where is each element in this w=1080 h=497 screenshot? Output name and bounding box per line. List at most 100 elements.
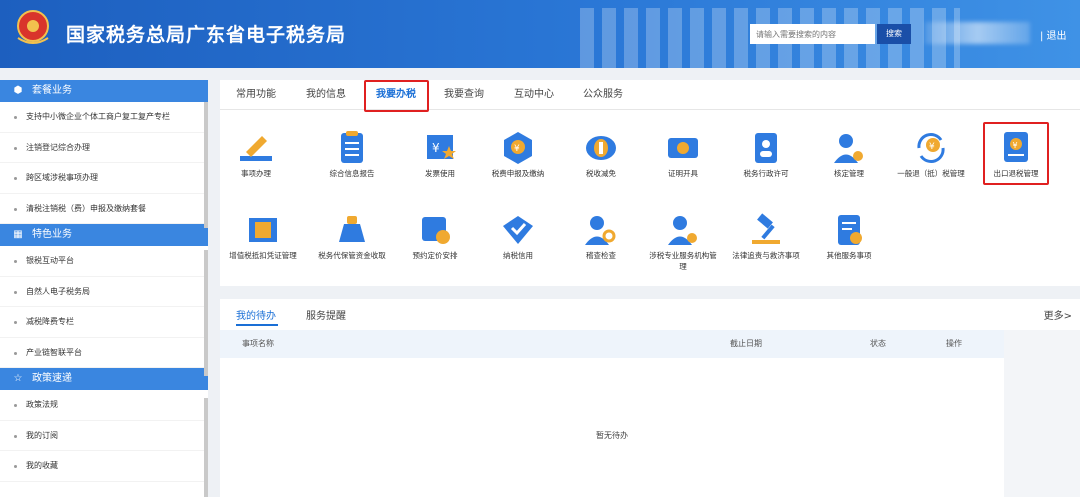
- tab-interaction[interactable]: 互动中心: [514, 80, 554, 110]
- sidebar-section-special[interactable]: ▦ 特色业务: [0, 224, 208, 246]
- service-label: 一般退（抵）税管理: [897, 169, 965, 178]
- cube-icon: ⬢: [13, 85, 23, 96]
- other-service-icon: [838, 215, 862, 245]
- service-label: 涉税专业服务机构管理: [649, 251, 717, 271]
- service-item-assessment[interactable]: 核定管理: [814, 130, 884, 179]
- permit-icon: [755, 133, 777, 163]
- service-label: 发票使用: [425, 169, 455, 178]
- section-title: 政策速递: [32, 373, 72, 384]
- column-header-deadline: 截止日期: [730, 339, 762, 348]
- service-label: 税务代保管资金收取: [318, 251, 386, 260]
- sidebar-item[interactable]: 产业链智联平台: [0, 338, 208, 368]
- service-item-custody-funds[interactable]: 税务代保管资金收取: [317, 212, 387, 261]
- sidebar-section-policy[interactable]: ☆ 政策速递: [0, 368, 208, 390]
- column-header-action: 操作: [946, 339, 962, 348]
- service-label: 其他服务事项: [826, 251, 872, 260]
- svg-text:¥: ¥: [432, 141, 440, 155]
- pencil-icon: [240, 136, 272, 161]
- service-item-declare[interactable]: ¥ 税费申报及缴纳: [483, 130, 553, 179]
- sidebar-scrollbar[interactable]: [204, 250, 208, 376]
- sidebar-item[interactable]: 我的订阅: [0, 421, 208, 451]
- service-item-legal[interactable]: 法律追责与救济事项: [731, 212, 801, 261]
- more-link[interactable]: 更多>: [1044, 307, 1072, 322]
- table-scroll-area: [1004, 330, 1080, 497]
- svg-text:¥: ¥: [929, 142, 935, 152]
- export-refund-highlight: [983, 122, 1049, 185]
- tab-query[interactable]: 我要查询: [444, 80, 484, 110]
- service-item-permit[interactable]: 税务行政许可: [731, 130, 801, 179]
- service-label: 税费申报及缴纳: [491, 169, 545, 178]
- agency-icon: [668, 216, 697, 245]
- sidebar-scrollbar[interactable]: [204, 398, 208, 497]
- header-bar: 国家税务总局广东省电子税务局 搜索 | 退出: [0, 0, 1080, 68]
- service-label: 稽查检查: [586, 251, 616, 260]
- service-item-info-report[interactable]: 综合信息报告: [317, 130, 387, 179]
- service-label: 事项办理: [241, 169, 271, 178]
- site-title: 国家税务总局广东省电子税务局: [66, 24, 347, 46]
- svg-text:¥: ¥: [514, 144, 520, 154]
- service-label: 增值税抵扣凭证管理: [229, 251, 297, 260]
- section-title: 套餐业务: [32, 85, 72, 96]
- sidebar-item[interactable]: 清税注销税（费）申报及缴纳套餐: [0, 194, 208, 224]
- sidebar-item[interactable]: 政策法规: [0, 390, 208, 421]
- active-tab-highlight: [364, 80, 429, 112]
- tab-bar: 常用功能 我的信息 我要办税 我要查询 互动中心 公众服务: [220, 80, 1080, 110]
- service-item-invoice[interactable]: ¥ 发票使用: [405, 130, 475, 179]
- sidebar-item[interactable]: 我的收藏: [0, 451, 208, 482]
- coins-icon: [586, 136, 616, 160]
- column-header-status: 状态: [870, 339, 886, 348]
- certificate-icon: [668, 138, 698, 158]
- sidebar-item[interactable]: 银税互动平台: [0, 246, 208, 277]
- service-item-pricing[interactable]: 预约定价安排: [400, 212, 470, 261]
- user-gear-icon: [834, 134, 863, 163]
- service-label: 预约定价安排: [412, 251, 458, 260]
- sidebar-item[interactable]: 注销登记综合办理: [0, 133, 208, 163]
- todo-table-header: 事项名称 截止日期 状态 操作: [220, 330, 1004, 358]
- service-label: 核定管理: [834, 169, 864, 178]
- sidebar-item[interactable]: 跨区域涉税事项办理: [0, 163, 208, 194]
- tab-my-todo[interactable]: 我的待办: [236, 307, 276, 322]
- tab-my-info[interactable]: 我的信息: [306, 80, 346, 110]
- calendar-clock-icon: [422, 217, 450, 244]
- clipboard-icon: [341, 131, 363, 163]
- money-bag-icon: [339, 216, 365, 242]
- tab-common[interactable]: 常用功能: [236, 80, 276, 110]
- service-item-matters[interactable]: 事项办理: [221, 130, 291, 179]
- empty-todo-text: 暂无待办: [596, 431, 628, 440]
- refund-cycle-icon: ¥: [917, 133, 945, 163]
- voucher-icon: [249, 218, 277, 242]
- service-item-vat-voucher[interactable]: 增值税抵扣凭证管理: [228, 212, 298, 261]
- sidebar-item[interactable]: 支持中小微企业个体工商户复工复产专栏: [0, 102, 208, 133]
- inspect-icon: [585, 216, 616, 245]
- logout-link[interactable]: | 退出: [1040, 27, 1067, 42]
- service-item-certificate[interactable]: 证明开具: [648, 130, 718, 179]
- sidebar-item[interactable]: 自然人电子税务局: [0, 277, 208, 307]
- grid-icon: ▦: [13, 229, 23, 240]
- sidebar-section-package[interactable]: ⬢ 套餐业务: [0, 80, 208, 102]
- service-item-general-refund[interactable]: ¥ 一般退（抵）税管理: [896, 130, 966, 179]
- service-label: 证明开具: [668, 169, 698, 178]
- service-item-inspection[interactable]: 稽查检查: [566, 212, 636, 261]
- user-info-blurred: [925, 22, 1030, 44]
- sidebar-scrollbar[interactable]: [204, 102, 208, 228]
- service-item-reduction[interactable]: 税收减免: [566, 130, 636, 179]
- sidebar: ⬢ 套餐业务 支持中小微企业个体工商户复工复产专栏 注销登记综合办理 跨区域涉税事…: [0, 80, 208, 497]
- column-header-name: 事项名称: [242, 339, 274, 348]
- service-item-other[interactable]: 其他服务事项: [814, 212, 884, 261]
- search-button[interactable]: 搜索: [877, 24, 911, 44]
- search-input[interactable]: [750, 24, 875, 44]
- sidebar-item[interactable]: 减税降费专栏: [0, 307, 208, 338]
- todo-panel: 我的待办 服务提醒 更多> 事项名称 截止日期 状态 操作 暂无待办: [220, 299, 1080, 497]
- star-icon: ☆: [13, 373, 23, 384]
- tab-public-service[interactable]: 公众服务: [583, 80, 623, 110]
- tab-service-reminder[interactable]: 服务提醒: [306, 307, 346, 322]
- service-label: 税务行政许可: [743, 169, 789, 178]
- section-title: 特色业务: [32, 229, 72, 240]
- service-item-agency[interactable]: 涉税专业服务机构管理: [648, 212, 718, 272]
- service-label: 综合信息报告: [329, 169, 375, 178]
- invoice-icon: ¥: [427, 135, 456, 159]
- service-item-credit[interactable]: 纳税信用: [483, 212, 553, 261]
- gavel-icon: [752, 213, 780, 244]
- active-subtab-underline: [236, 324, 278, 326]
- service-label: 税收减免: [586, 169, 616, 178]
